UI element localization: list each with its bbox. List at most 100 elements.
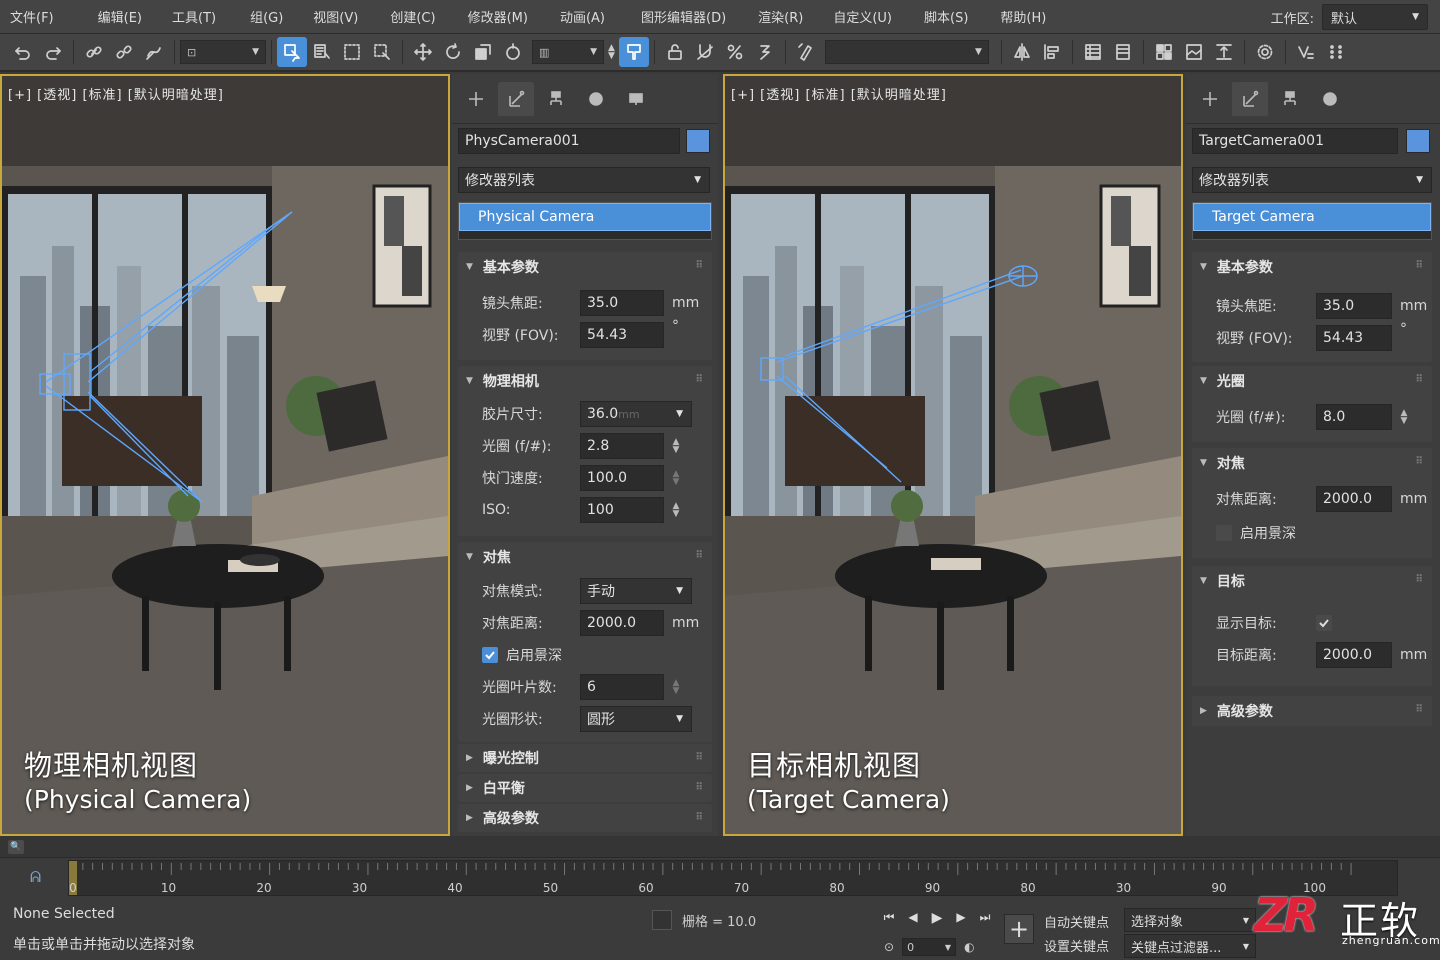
focal-length-input[interactable]: 35.0	[580, 290, 664, 316]
aperture-input[interactable]: 8.0	[1316, 404, 1392, 430]
rollout-header[interactable]: ▶ 高级参数 ⠿	[458, 804, 712, 832]
previous-frame-icon[interactable]: ◀	[904, 910, 922, 926]
menu-animation[interactable]: 动画(A)	[546, 7, 623, 26]
spinner-arrows-icon[interactable]: ▲ ▼	[672, 679, 680, 696]
fov-input[interactable]: 54.43	[1316, 325, 1392, 351]
rollout-header[interactable]: ▶ 白平衡 ⠿	[458, 774, 712, 802]
viewport-physical-camera[interactable]: [+] [透视] [标准] [默认明暗处理] 物理相机视图 (Physical …	[0, 74, 450, 836]
menu-file[interactable]: 文件(F)	[0, 7, 72, 26]
named-selection-dropdown[interactable]: ▼	[824, 40, 989, 64]
object-name-field[interactable]: TargetCamera001	[1192, 128, 1398, 154]
pivot-center-icon[interactable]	[618, 37, 649, 67]
mini-curve-editor-icon[interactable]: 🔍	[8, 840, 24, 854]
aperture-blades-input[interactable]: 6	[580, 674, 664, 700]
auto-key-button[interactable]: 自动关键点	[1044, 912, 1109, 931]
object-color-swatch[interactable]	[686, 129, 710, 153]
viewport-label[interactable]: [+] [透视] [标准] [默认明暗处理]	[8, 84, 224, 103]
shutter-speed-input[interactable]: 100.0	[580, 465, 664, 491]
menu-group[interactable]: 组(G)	[234, 7, 301, 26]
motion-tab-icon[interactable]	[1312, 82, 1348, 116]
show-target-checkbox[interactable]	[1316, 615, 1332, 631]
modify-tab-icon[interactable]	[498, 81, 534, 116]
rollout-header[interactable]: ▼ 基本参数 ⠿	[1192, 252, 1432, 282]
spinner-arrows-icon[interactable]: ▲ ▼	[672, 470, 680, 487]
align-icon[interactable]	[1037, 37, 1067, 67]
fov-input[interactable]: 54.43	[580, 322, 664, 348]
menu-customize[interactable]: 自定义(U)	[821, 7, 910, 26]
menu-rendering[interactable]: 渲染(R)	[744, 7, 821, 26]
edit-named-selection-icon[interactable]	[791, 37, 821, 67]
placement-icon[interactable]	[498, 37, 528, 67]
object-color-swatch[interactable]	[1406, 129, 1430, 153]
rollout-header[interactable]: ▶ 高级参数 ⠿	[1192, 696, 1432, 726]
reference-coordinate-dropdown[interactable]: ▥ ▼	[532, 40, 604, 64]
menu-scripting[interactable]: 脚本(S)	[910, 7, 986, 26]
unlink-icon[interactable]	[109, 37, 139, 67]
motion-tab-icon[interactable]	[578, 82, 614, 116]
layer-explorer-icon[interactable]	[1108, 37, 1138, 67]
current-frame-field[interactable]: 0 ▼	[902, 938, 957, 956]
rollout-header[interactable]: ▼ 对焦 ⠿	[458, 542, 712, 572]
display-tab-icon[interactable]	[618, 82, 654, 116]
menu-edit[interactable]: 编辑(E)	[72, 7, 160, 26]
go-to-start-icon[interactable]: ⏮	[880, 910, 898, 926]
more-tools-grip-icon[interactable]	[1321, 37, 1351, 67]
modifier-list-dropdown[interactable]: 修改器列表 ▼	[458, 167, 710, 193]
spinner-arrows-icon[interactable]: ▲ ▼	[608, 44, 615, 61]
rollout-header[interactable]: ▼ 物理相机 ⠿	[458, 366, 712, 396]
menu-tools[interactable]: 工具(T)	[160, 7, 234, 26]
settings-gear-icon[interactable]	[1250, 37, 1280, 67]
key-mode-toggle-icon[interactable]: ⊙	[884, 940, 894, 954]
set-key-button[interactable]: +	[1004, 914, 1034, 944]
menu-create[interactable]: 创建(C)	[376, 7, 453, 26]
workspace-dropdown[interactable]: 默认 ▼	[1322, 4, 1428, 30]
material-editor-icon[interactable]	[1149, 37, 1179, 67]
viewport-target-camera[interactable]: [+] [透视] [标准] [默认明暗处理] 目标相机视图 (Target Ca…	[723, 74, 1183, 836]
rollout-header[interactable]: ▼ 基本参数 ⠿	[458, 252, 712, 282]
spinner-snap-icon[interactable]	[750, 37, 780, 67]
selection-set-dropdown[interactable]: 选择对象 ▼	[1124, 908, 1256, 932]
select-object-icon[interactable]	[277, 37, 307, 67]
spinner-arrows-icon[interactable]: ▲ ▼	[672, 502, 680, 519]
create-tab-icon[interactable]	[1192, 82, 1228, 116]
rollout-header[interactable]: ▶ 曝光控制 ⠿	[458, 744, 712, 772]
go-to-end-icon[interactable]: ⏭	[976, 910, 994, 926]
aperture-shape-dropdown[interactable]: 圆形 ▼	[580, 706, 692, 732]
play-icon[interactable]: ▶	[928, 910, 946, 926]
set-key-label[interactable]: 设置关键点	[1044, 936, 1109, 955]
render-production-icon[interactable]	[1291, 37, 1321, 67]
stack-item-target-camera[interactable]: Target Camera	[1193, 203, 1431, 231]
link-icon[interactable]	[79, 37, 109, 67]
object-name-field[interactable]: PhysCamera001	[458, 128, 680, 154]
menu-graph-editors[interactable]: 图形编辑器(D)	[623, 7, 744, 26]
render-setup-icon[interactable]	[1179, 37, 1209, 67]
enable-dof-checkbox[interactable]	[482, 647, 498, 663]
focus-mode-dropdown[interactable]: 手动 ▼	[580, 578, 692, 604]
viewport-label[interactable]: [+] [透视] [标准] [默认明暗处理]	[731, 84, 947, 103]
percent-snap-icon[interactable]	[720, 37, 750, 67]
track-bar[interactable]: 0 10 20 30 40 50 60 70 80 90 80 30 90 100	[68, 860, 1398, 896]
menu-view[interactable]: 视图(V)	[301, 7, 376, 26]
enable-dof-checkbox[interactable]	[1216, 525, 1232, 541]
aperture-input[interactable]: 2.8	[580, 433, 664, 459]
render-frame-icon[interactable]	[1209, 37, 1239, 67]
scene-explorer-icon[interactable]	[1078, 37, 1108, 67]
time-config-icon[interactable]: ◐	[964, 940, 974, 954]
modify-tab-icon[interactable]	[1232, 81, 1268, 116]
spinner-arrows-icon[interactable]: ▲ ▼	[1400, 409, 1408, 426]
focal-length-input[interactable]: 35.0	[1316, 293, 1392, 319]
modifier-list-dropdown[interactable]: 修改器列表 ▼	[1192, 167, 1432, 193]
hierarchy-tab-icon[interactable]	[538, 82, 574, 116]
key-mode-icon[interactable]: ᕱ	[30, 868, 41, 886]
create-tab-icon[interactable]	[458, 82, 494, 116]
snaps-toggle-icon[interactable]	[690, 37, 720, 67]
time-slider-track[interactable]: 🔍	[0, 836, 1440, 858]
window-crossing-icon[interactable]	[367, 37, 397, 67]
selection-filter-dropdown[interactable]: ⊡ ▼	[180, 40, 266, 64]
focus-distance-input[interactable]: 2000.0	[580, 610, 664, 636]
redo-icon[interactable]	[38, 37, 68, 67]
scale-icon[interactable]	[468, 37, 498, 67]
move-icon[interactable]	[408, 37, 438, 67]
stack-item-physical-camera[interactable]: Physical Camera	[459, 203, 711, 231]
rollout-header[interactable]: ▼ 光圈 ⠿	[1192, 366, 1432, 396]
